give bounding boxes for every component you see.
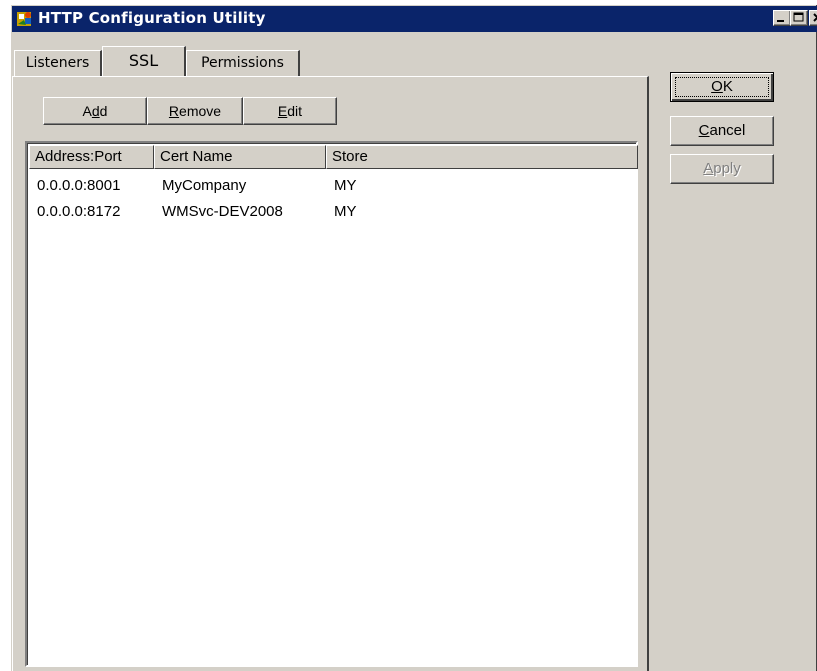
ok-button[interactable]: OK: [670, 72, 774, 102]
cell-store: MY: [334, 203, 357, 220]
edit-button[interactable]: Edit: [243, 97, 337, 125]
add-label-a: A: [82, 103, 92, 119]
list-row[interactable]: 0.0.0.0:8172 WMSvc-DEV2008 MY: [29, 199, 629, 225]
cell-store: MY: [334, 177, 357, 194]
list-row[interactable]: 0.0.0.0:8001 MyCompany MY: [29, 173, 629, 199]
column-header-store[interactable]: Store: [326, 145, 638, 169]
add-label-rest: d: [99, 103, 108, 119]
tab-listeners-label: Listeners: [25, 55, 90, 71]
add-button[interactable]: Add: [43, 97, 147, 125]
maximize-button[interactable]: [790, 10, 808, 26]
minimize-button[interactable]: [773, 10, 791, 26]
ssl-tab-panel: Add Remove Edit Address:Port Cert Name S…: [12, 76, 649, 671]
add-label-mnemonic: d: [91, 103, 100, 119]
window-title: HTTP Configuration Utility: [38, 9, 266, 27]
column-header-address-port[interactable]: Address:Port: [29, 145, 154, 169]
title-bar[interactable]: HTTP Configuration Utility: [12, 6, 817, 32]
column-header-cert-name[interactable]: Cert Name: [154, 145, 326, 169]
tab-permissions-label: Permissions: [201, 55, 284, 71]
cell-cert-name: MyCompany: [162, 177, 247, 194]
app-window: HTTP Configuration Utility Listeners SSL…: [10, 4, 817, 671]
remove-label-rest: emove: [179, 103, 222, 119]
apply-label-mnemonic: A: [703, 160, 714, 177]
focus-ring: [675, 77, 769, 97]
tab-ssl-label: SSL: [128, 51, 159, 70]
edit-label-rest: dit: [287, 103, 303, 119]
apply-label-rest: pply: [713, 160, 741, 177]
remove-label-mnemonic: R: [168, 103, 180, 119]
ssl-bindings-list[interactable]: Address:Port Cert Name Store 0.0.0.0:800…: [25, 141, 638, 667]
tab-listeners[interactable]: Listeners: [14, 50, 102, 76]
list-header: Address:Port Cert Name Store: [29, 145, 638, 169]
tab-permissions[interactable]: Permissions: [186, 50, 300, 76]
cancel-label-rest: ancel: [709, 122, 746, 139]
remove-button[interactable]: Remove: [147, 97, 243, 125]
edit-label-mnemonic: E: [277, 103, 288, 119]
apply-button[interactable]: Apply: [670, 154, 774, 184]
cancel-button[interactable]: Cancel: [670, 116, 774, 146]
app-icon: [16, 10, 34, 28]
cell-address-port: 0.0.0.0:8172: [37, 203, 121, 220]
tab-ssl[interactable]: SSL: [102, 46, 186, 76]
cell-cert-name: WMSvc-DEV2008: [162, 203, 283, 220]
close-button[interactable]: [809, 10, 817, 26]
cancel-label-mnemonic: C: [698, 122, 710, 139]
cell-address-port: 0.0.0.0:8001: [37, 177, 121, 194]
